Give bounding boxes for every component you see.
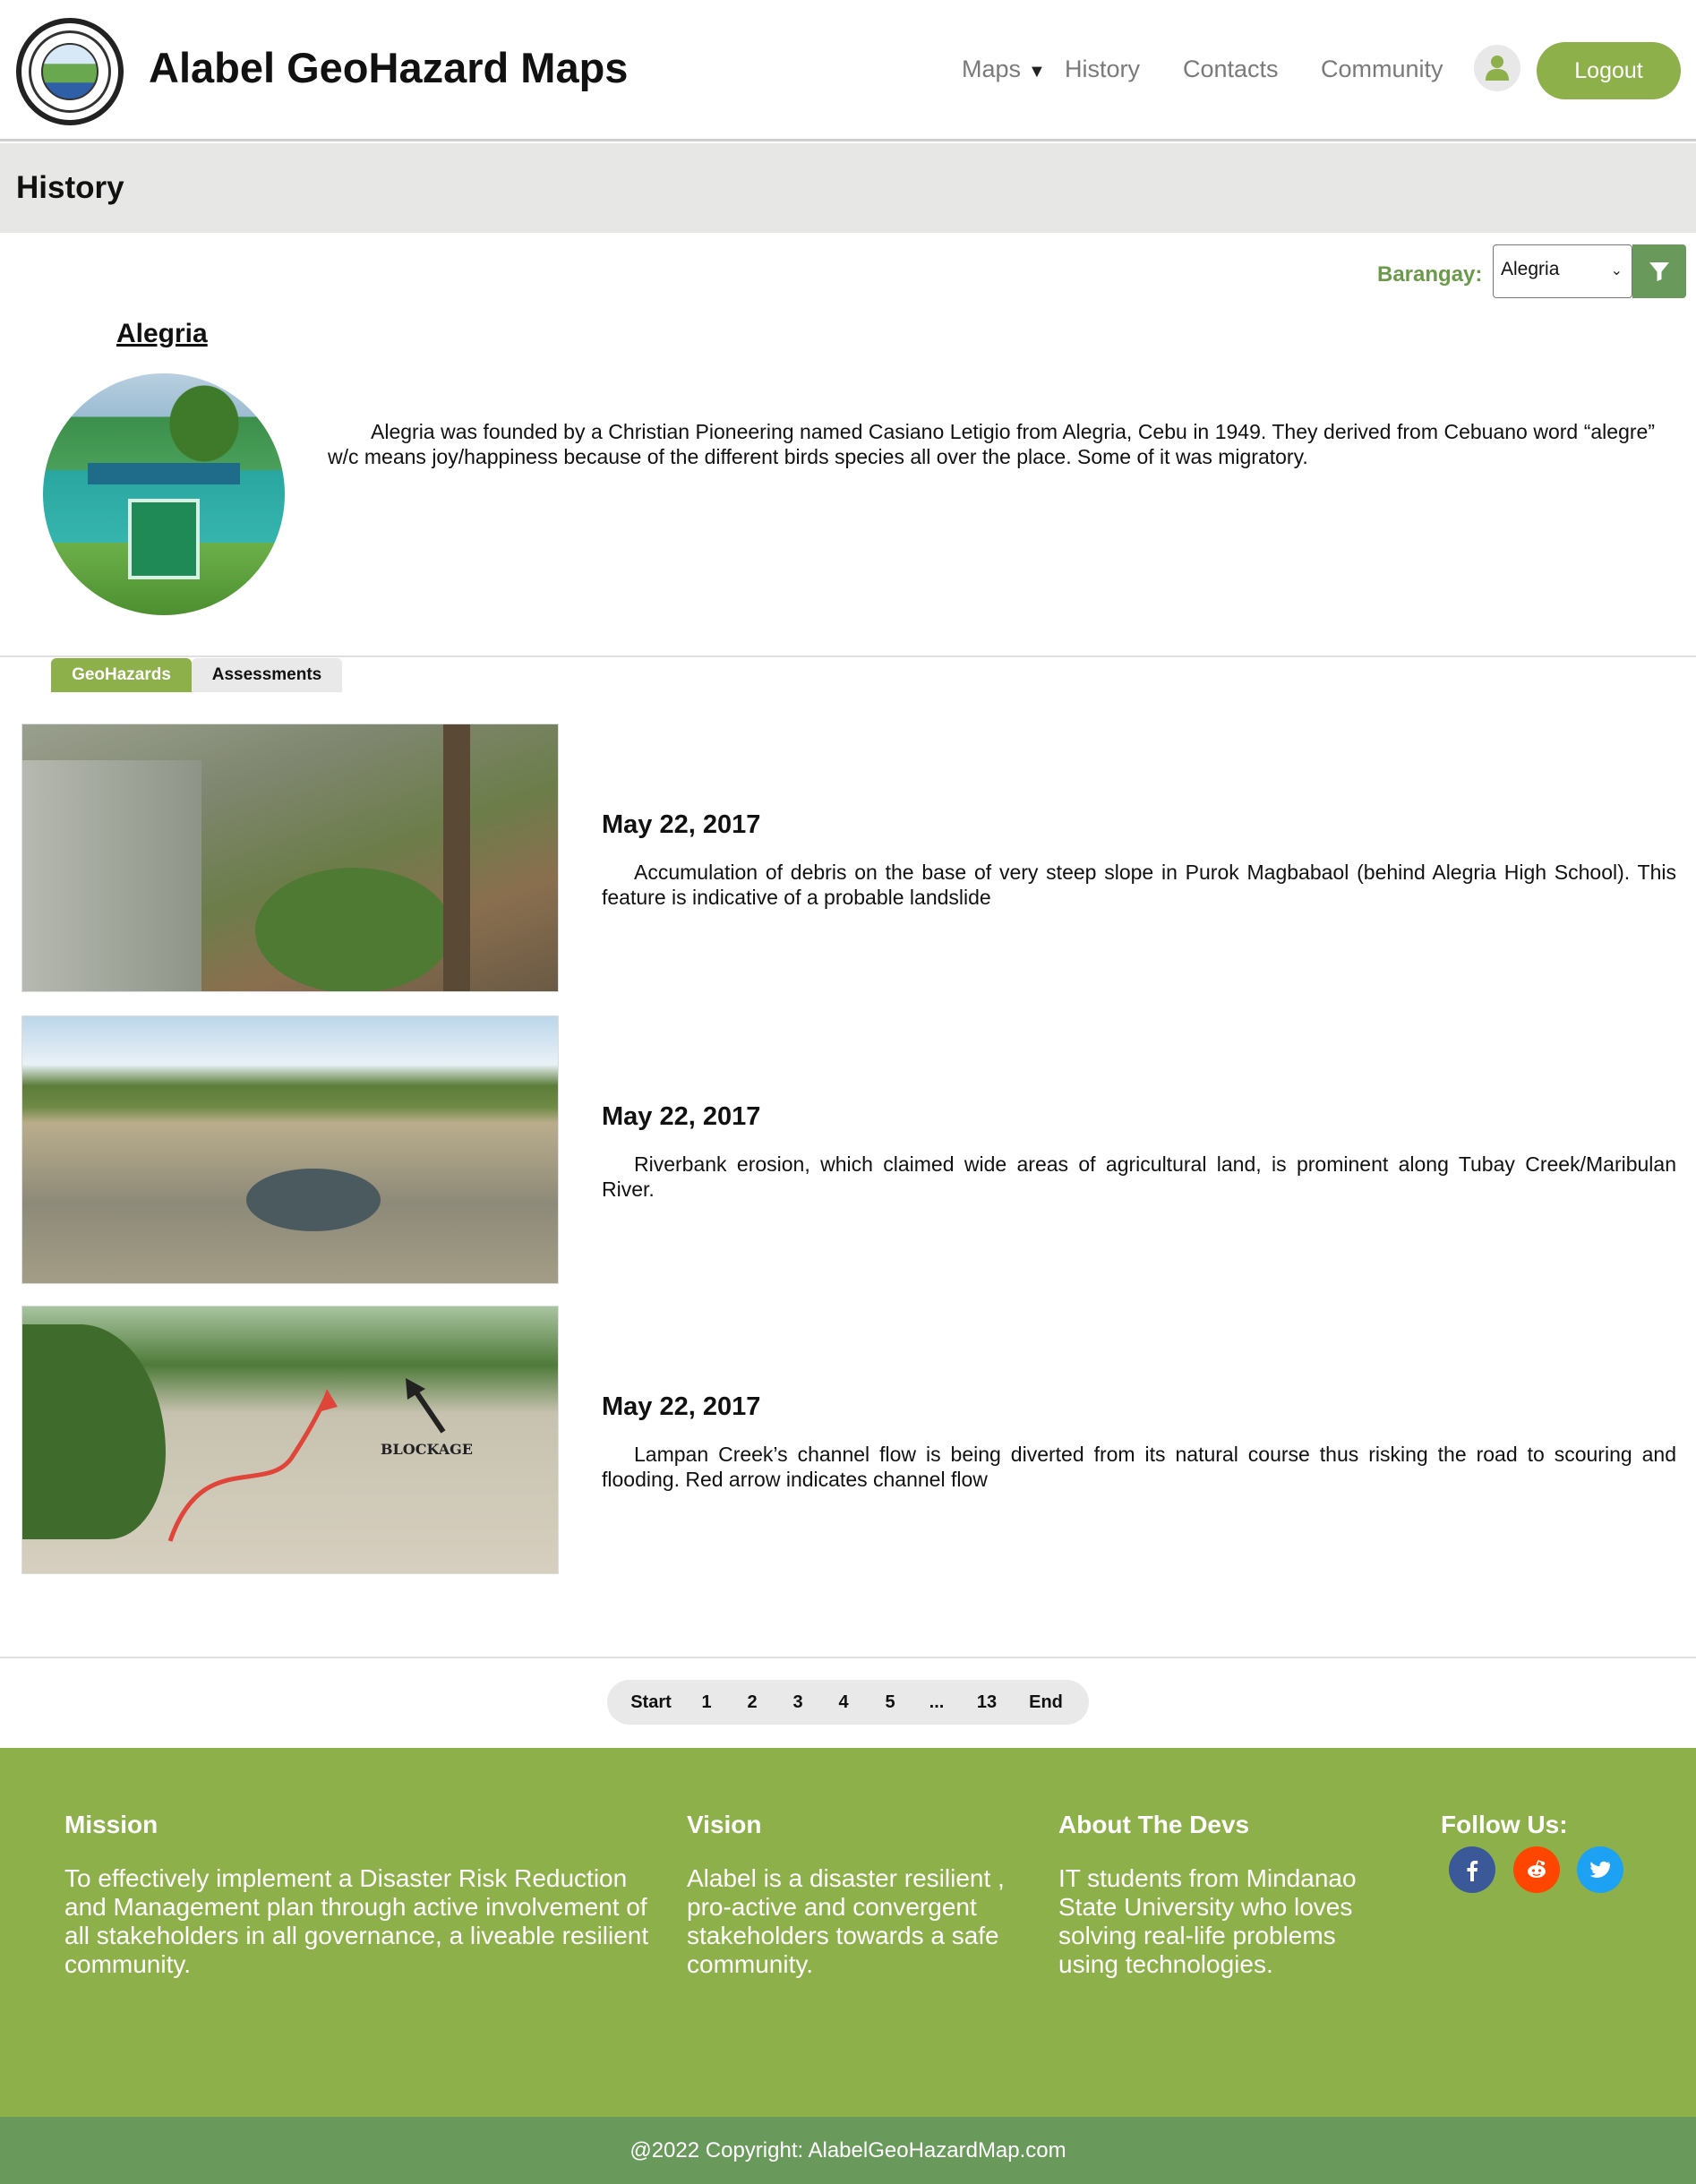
pagination: Start 1 2 3 4 5 ... 13 End	[607, 1680, 1089, 1725]
nav-contacts[interactable]: Contacts	[1183, 56, 1279, 83]
pagination-page[interactable]: 13	[969, 1680, 1005, 1725]
section-divider	[0, 1657, 1696, 1658]
filter-button[interactable]	[1632, 244, 1686, 298]
photo-palm-tree	[150, 373, 258, 463]
hazard-description: Lampan Creek’s channel flow is being div…	[602, 1443, 1676, 1491]
nav-community[interactable]: Community	[1321, 56, 1443, 83]
hazard-entry: May 22, 2017 Riverbank erosion, which cl…	[0, 1015, 1696, 1284]
twitter-link[interactable]	[1577, 1846, 1623, 1893]
pagination-page[interactable]: 3	[784, 1680, 811, 1725]
photo-hall-door	[128, 499, 200, 579]
barangay-select[interactable]: Alegria ⌄	[1493, 244, 1632, 298]
hazard-entry: May 22, 2017 Accumulation of debris on t…	[0, 724, 1696, 992]
hazard-date: May 22, 2017	[602, 1392, 761, 1421]
footer: Mission To effectively implement a Disas…	[0, 1748, 1696, 2117]
top-navbar: Alabel GeoHazard Maps Maps ▼ History Cont…	[0, 0, 1696, 141]
nav-maps-label: Maps	[962, 56, 1022, 82]
twitter-icon	[1589, 1861, 1611, 1878]
seal-emblem	[41, 43, 99, 100]
footer-about-text: IT students from Mindanao State Universi…	[1058, 1864, 1357, 1978]
barangay-filter-label: Barangay:	[1377, 262, 1483, 287]
barangay-select-value: Alegria	[1501, 259, 1560, 279]
facebook-icon	[1467, 1860, 1478, 1881]
hazard-description: Accumulation of debris on the base of ve…	[602, 861, 1676, 909]
pagination-page[interactable]: 2	[739, 1680, 766, 1725]
municipal-seal-logo[interactable]	[16, 18, 124, 125]
user-profile-button[interactable]	[1474, 45, 1520, 91]
reddit-icon	[1528, 1860, 1546, 1878]
hazard-entry: BLOCKAGE May 22, 2017 Lampan Creek’s cha…	[0, 1306, 1696, 1574]
footer-follow-title: Follow Us:	[1441, 1811, 1568, 1838]
copyright-bar: @2022 Copyright: AlabelGeoHazardMap.com	[0, 2117, 1696, 2184]
logout-button[interactable]: Logout	[1537, 42, 1681, 99]
blockage-label: BLOCKAGE	[381, 1441, 473, 1458]
facebook-link[interactable]	[1449, 1846, 1495, 1893]
nav-history[interactable]: History	[1065, 56, 1140, 83]
barangay-hall-photo	[43, 373, 285, 615]
user-icon	[1486, 56, 1509, 81]
pagination-page[interactable]: 5	[877, 1680, 904, 1725]
hazard-date: May 22, 2017	[602, 810, 761, 839]
filter-icon	[1649, 262, 1669, 281]
app-title[interactable]: Alabel GeoHazard Maps	[149, 43, 628, 92]
pagination-page[interactable]: 4	[830, 1680, 857, 1725]
pagination-end[interactable]: End	[1021, 1680, 1071, 1725]
photo-house-wall	[22, 760, 201, 991]
barangay-name-heading: Alegria	[116, 319, 208, 348]
photo-hall-sign	[88, 463, 240, 484]
hazard-description: Riverbank erosion, which claimed wide ar…	[602, 1152, 1676, 1201]
page-title-band: History	[0, 143, 1696, 233]
photo-tree-trunk	[443, 724, 470, 991]
tab-geohazards[interactable]: GeoHazards	[51, 658, 192, 692]
hazard-date: May 22, 2017	[602, 1102, 761, 1131]
pagination-page[interactable]: 1	[693, 1680, 720, 1725]
red-arrow-icon	[167, 1378, 446, 1542]
nav-maps-dropdown[interactable]: Maps ▼	[962, 56, 1046, 83]
footer-about-title: About The Devs	[1058, 1811, 1250, 1838]
section-divider	[0, 655, 1696, 657]
reddit-link[interactable]	[1513, 1846, 1560, 1893]
footer-vision-text: Alabel is a disaster resilient , pro-act…	[687, 1864, 1005, 1978]
chevron-down-icon: ⌄	[1610, 263, 1623, 278]
footer-mission-text: To effectively implement a Disaster Risk…	[64, 1864, 649, 1978]
tab-assessments[interactable]: Assessments	[192, 658, 342, 692]
photo-creek	[246, 1169, 381, 1231]
hazard-photo-riverbank-erosion[interactable]	[21, 1015, 559, 1284]
pagination-start[interactable]: Start	[620, 1680, 682, 1725]
caret-down-icon: ▼	[1028, 62, 1046, 81]
photo-vegetation	[255, 868, 452, 991]
footer-vision-title: Vision	[687, 1811, 762, 1838]
hazard-photo-landslide-debris[interactable]	[21, 724, 559, 992]
hazard-photo-channel-blockage[interactable]: BLOCKAGE	[21, 1306, 559, 1574]
barangay-description: Alegria was founded by a Christian Pione…	[328, 420, 1655, 468]
page-title: History	[16, 170, 124, 205]
pagination-ellipsis: ...	[929, 1692, 945, 1712]
footer-mission-title: Mission	[64, 1811, 158, 1838]
